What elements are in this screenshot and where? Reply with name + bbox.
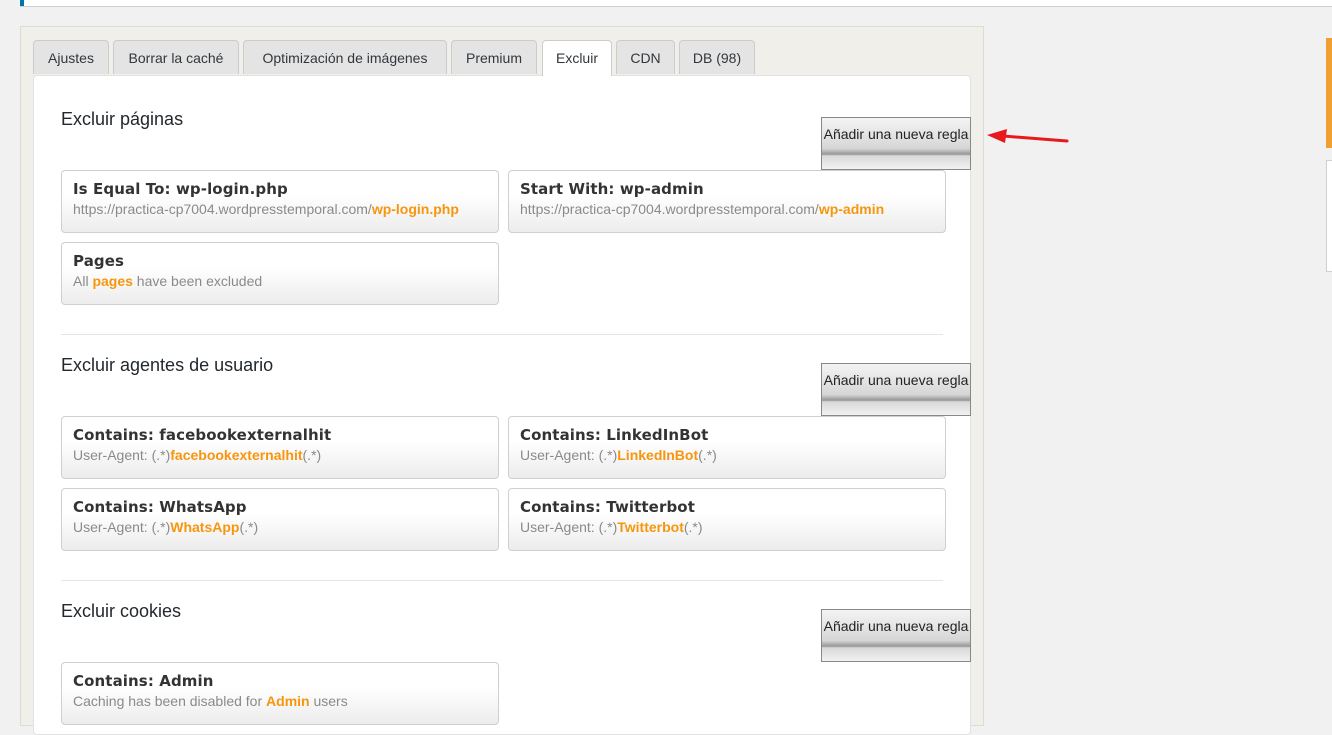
rule-title: Pages: [73, 252, 125, 270]
tab-cdn[interactable]: CDN: [616, 40, 675, 74]
section-divider: [61, 334, 943, 335]
rule-title: Contains: facebookexternalhit: [73, 426, 332, 444]
rule-card[interactable]: Contains: LinkedInBot User-Agent: (.*)Li…: [508, 416, 946, 479]
add-rule-button-pages[interactable]: Añadir una nueva regla: [821, 117, 971, 170]
rule-title: Contains: WhatsApp: [73, 498, 247, 516]
tab-premium[interactable]: Premium: [451, 40, 537, 74]
section-title-cookies: Excluir cookies: [61, 601, 182, 621]
rule-description: https://practica-cp7004.wordpresstempora…: [73, 201, 459, 217]
section-title-user-agents: Excluir agentes de usuario: [61, 355, 274, 375]
exclude-content: Excluir páginas Añadir una nueva regla I…: [33, 75, 971, 735]
add-rule-button-cookies[interactable]: Añadir una nueva regla: [821, 609, 971, 662]
admin-top-bar: [20, 0, 1332, 7]
tab-borrar-cache[interactable]: Borrar la caché: [113, 40, 239, 74]
rule-description: Caching has been disabled for Admin user…: [73, 693, 348, 709]
tab-ajustes[interactable]: Ajustes: [33, 40, 109, 74]
rule-card[interactable]: Contains: Twitterbot User-Agent: (.*)Twi…: [508, 488, 946, 551]
rule-card[interactable]: Pages All pages have been excluded: [61, 242, 499, 305]
rule-description: User-Agent: (.*)Twitterbot(.*): [520, 519, 703, 535]
rule-description: User-Agent: (.*)facebookexternalhit(.*): [73, 447, 322, 463]
rule-title: Contains: LinkedInBot: [520, 426, 709, 444]
rule-description: User-Agent: (.*)LinkedInBot(.*): [520, 447, 717, 463]
rule-description: https://practica-cp7004.wordpresstempora…: [520, 201, 885, 217]
rule-title: Start With: wp-admin: [520, 180, 704, 198]
tab-optimizacion-imagenes[interactable]: Optimización de imágenes: [243, 40, 447, 74]
rule-card[interactable]: Contains: WhatsApp User-Agent: (.*)Whats…: [61, 488, 499, 551]
rule-card[interactable]: Is Equal To: wp-login.php https://practi…: [61, 170, 499, 233]
rule-description: User-Agent: (.*)WhatsApp(.*): [73, 519, 259, 535]
rule-card[interactable]: Contains: facebookexternalhit User-Agent…: [61, 416, 499, 479]
add-rule-button-user-agents[interactable]: Añadir una nueva regla: [821, 363, 971, 416]
rule-title: Contains: Twitterbot: [520, 498, 695, 516]
tab-excluir[interactable]: Excluir: [542, 40, 612, 76]
section-divider: [61, 580, 943, 581]
rule-card[interactable]: Start With: wp-admin https://practica-cp…: [508, 170, 946, 233]
side-panel-edge: [1326, 160, 1332, 272]
top-bar-accent: [20, 0, 24, 6]
red-arrow-annotation-icon: [987, 129, 1069, 143]
rule-description: All pages have been excluded: [73, 273, 263, 289]
section-title-pages: Excluir páginas: [61, 109, 184, 129]
settings-panel: Ajustes Borrar la caché Optimización de …: [20, 26, 984, 735]
rule-title: Contains: Admin: [73, 672, 214, 690]
tab-db[interactable]: DB (98): [679, 40, 755, 74]
rule-card[interactable]: Contains: Admin Caching has been disable…: [61, 662, 499, 725]
rule-title: Is Equal To: wp-login.php: [73, 180, 288, 198]
side-accent-bar: [1326, 38, 1332, 148]
